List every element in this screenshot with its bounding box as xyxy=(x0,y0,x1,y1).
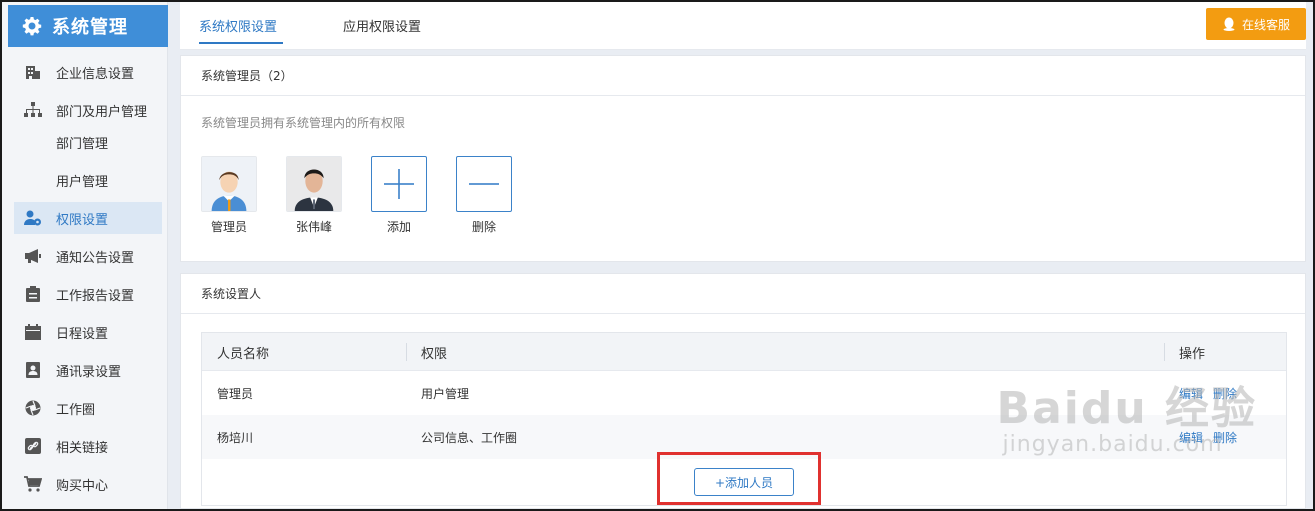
sidebar-item-label: 购买中心 xyxy=(56,478,109,494)
clipboard-icon xyxy=(24,285,42,303)
admin-name: 管理员 xyxy=(210,220,247,234)
baidu-watermark: Baidu 经验 jingyan.baidu.com xyxy=(997,372,1257,457)
sidebar-item-company-info[interactable]: 企业信息设置 xyxy=(14,56,162,88)
tab-app-permissions[interactable]: 应用权限设置 xyxy=(343,16,421,35)
watermark-brand: Baidu 经验 xyxy=(996,383,1257,434)
column-header-permission: 权限 xyxy=(421,347,448,362)
row-name: 管理员 xyxy=(217,387,254,401)
admin-member[interactable]: 管理员 xyxy=(201,156,257,235)
sidebar-header: 系统管理 xyxy=(8,5,168,47)
watermark-url: jingyan.baidu.com xyxy=(1002,432,1223,457)
admins-title: 系统管理员（2） xyxy=(181,56,1305,96)
megaphone-icon xyxy=(24,247,42,265)
row-permission: 公司信息、工作圈 xyxy=(421,431,518,445)
user-permission-icon xyxy=(24,209,42,227)
column-divider xyxy=(406,343,407,361)
gear-icon xyxy=(22,17,42,36)
minus-icon xyxy=(456,156,512,212)
sidebar-item-label: 权限设置 xyxy=(56,212,109,228)
sidebar-item-label: 工作圈 xyxy=(56,402,96,418)
sidebar-item-label: 通讯录设置 xyxy=(56,364,122,380)
highlight-box xyxy=(657,452,821,505)
delete-admin-label: 删除 xyxy=(471,220,496,234)
add-admin-label: 添加 xyxy=(386,220,411,234)
cart-icon xyxy=(24,475,42,493)
sidebar-item-notices[interactable]: 通知公告设置 xyxy=(14,240,162,272)
column-divider xyxy=(1164,343,1165,361)
online-service-button[interactable]: 在线客服 xyxy=(1206,8,1306,40)
delete-admin-button[interactable]: 删除 xyxy=(456,156,512,235)
sidebar-item-user-manage[interactable]: 用户管理 xyxy=(14,164,162,196)
sidebar-item-label: 部门及用户管理 xyxy=(56,104,148,120)
sidebar-item-label: 企业信息设置 xyxy=(56,66,135,82)
avatar xyxy=(201,156,257,212)
admins-description: 系统管理员拥有系统管理内的所有权限 xyxy=(201,116,406,130)
sidebar-item-work-report[interactable]: 工作报告设置 xyxy=(14,278,162,310)
link-icon xyxy=(24,437,42,455)
tab-system-permissions[interactable]: 系统权限设置 xyxy=(199,16,277,35)
sidebar-item-dept-manage[interactable]: 部门管理 xyxy=(14,126,162,158)
sidebar-item-links[interactable]: 相关链接 xyxy=(14,430,162,462)
building-icon xyxy=(24,63,42,81)
sidebar-item-label: 日程设置 xyxy=(56,326,109,342)
active-tab-indicator xyxy=(199,42,283,44)
sidebar-item-label: 用户管理 xyxy=(56,174,109,190)
admin-name: 张伟峰 xyxy=(295,220,332,234)
online-service-label: 在线客服 xyxy=(1241,17,1290,32)
admins-card: 系统管理员（2） 系统管理员拥有系统管理内的所有权限 管理员 张伟峰 添加 删除 xyxy=(180,55,1306,262)
column-header-actions: 操作 xyxy=(1179,347,1206,362)
avatar xyxy=(286,156,342,212)
sidebar-item-work-circle[interactable]: 工作圈 xyxy=(14,392,162,424)
row-permission: 用户管理 xyxy=(421,387,470,401)
plus-icon xyxy=(371,156,427,212)
add-admin-button[interactable]: 添加 xyxy=(371,156,427,235)
contacts-icon xyxy=(24,361,42,379)
sidebar-item-permissions[interactable]: 权限设置 xyxy=(14,202,162,234)
table-header: 人员名称 权限 操作 xyxy=(202,333,1286,371)
sidebar-item-label: 工作报告设置 xyxy=(56,288,135,304)
sidebar-item-label: 部门管理 xyxy=(56,136,109,152)
sidebar-item-label: 通知公告设置 xyxy=(56,250,135,266)
column-header-name: 人员名称 xyxy=(217,347,270,362)
admin-member[interactable]: 张伟峰 xyxy=(286,156,342,235)
qq-penguin-icon xyxy=(1223,17,1235,31)
sidebar-item-purchase[interactable]: 购买中心 xyxy=(14,468,162,500)
sidebar-item-label: 相关链接 xyxy=(56,440,109,456)
settings-title: 系统设置人 xyxy=(181,274,1305,314)
sidebar-item-contacts[interactable]: 通讯录设置 xyxy=(14,354,162,386)
sidebar: 系统管理 企业信息设置 部门及用户管理 部门管理 用户管理 权限设置 通知公告设… xyxy=(2,2,168,509)
row-name: 杨培川 xyxy=(217,431,254,445)
org-chart-icon xyxy=(24,101,42,119)
tab-bar: 系统权限设置 应用权限设置 在线客服 xyxy=(180,2,1306,50)
sidebar-item-dept-users[interactable]: 部门及用户管理 xyxy=(14,94,162,126)
sidebar-title: 系统管理 xyxy=(52,17,128,38)
calendar-icon xyxy=(24,323,42,341)
sidebar-item-schedule[interactable]: 日程设置 xyxy=(14,316,162,348)
aperture-icon xyxy=(24,399,42,417)
